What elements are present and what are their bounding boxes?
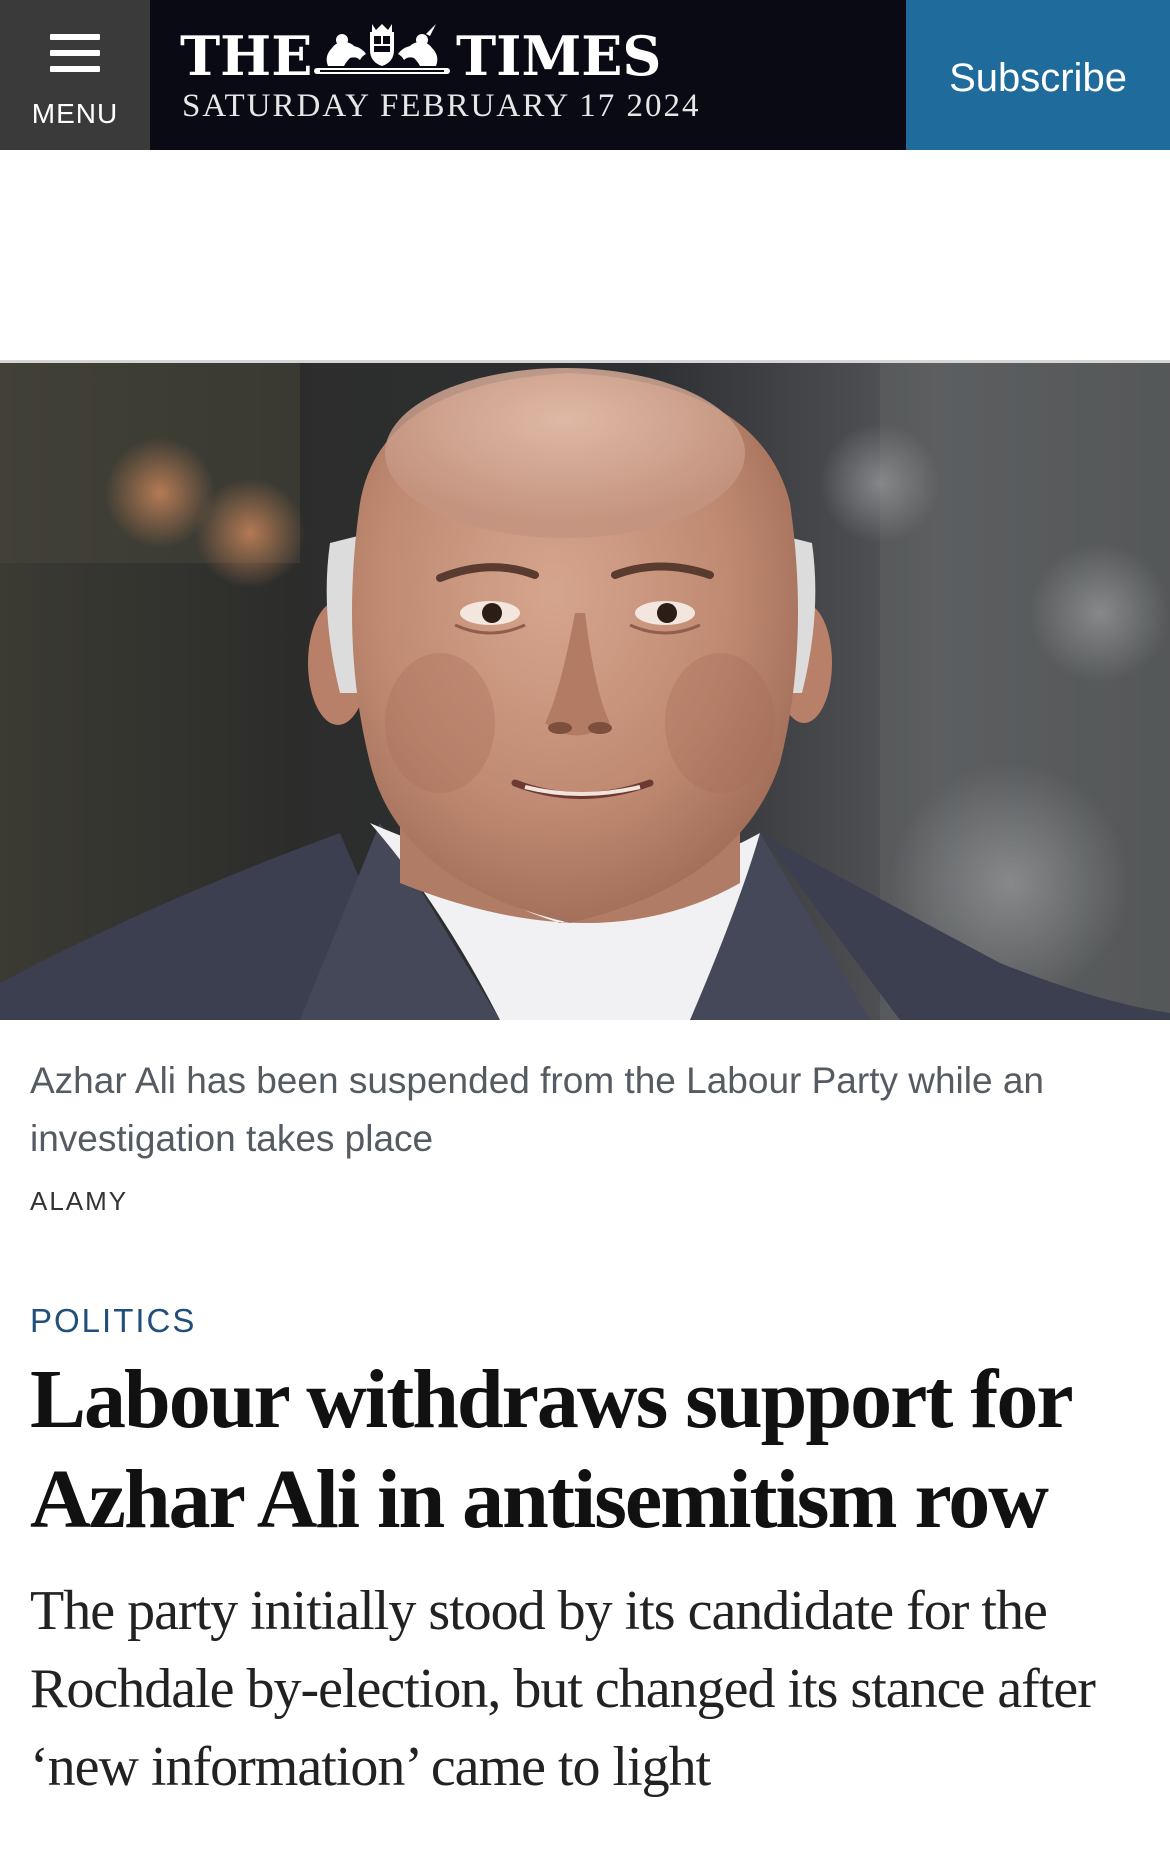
advert-placeholder	[0, 150, 1170, 360]
menu-label: MENU	[31, 98, 119, 129]
section-link-politics[interactable]: POLITICS	[30, 1302, 196, 1340]
image-credit: ALAMY	[30, 1186, 129, 1216]
dateline: SATURDAY FEBRUARY 17 2024	[182, 88, 701, 124]
article-standfirst: The party initially stood by its candida…	[30, 1580, 1096, 1798]
masthead-wordmark: THE TIMES	[180, 20, 700, 88]
royal-crest-icon	[314, 24, 450, 74]
article-headline: Labour withdraws support for Azhar Ali i…	[30, 1353, 1072, 1546]
image-caption: Azhar Ali has been suspended from the La…	[30, 1060, 1045, 1159]
portrait-photo-icon	[0, 363, 1170, 1020]
menu-button[interactable]: MENU	[0, 0, 150, 150]
subscribe-button[interactable]: Subscribe	[906, 0, 1170, 150]
top-navigation-bar: MENU THE TIMES SATURDAY FEBRUARY 17 2024…	[0, 0, 1170, 150]
hero-image	[0, 363, 1170, 1020]
hamburger-icon	[50, 34, 100, 72]
masthead-the: THE	[180, 24, 313, 88]
masthead-logo[interactable]: THE TIMES SATURDAY FEBRUARY 17 2024	[180, 20, 700, 130]
masthead-times: TIMES	[456, 24, 662, 88]
